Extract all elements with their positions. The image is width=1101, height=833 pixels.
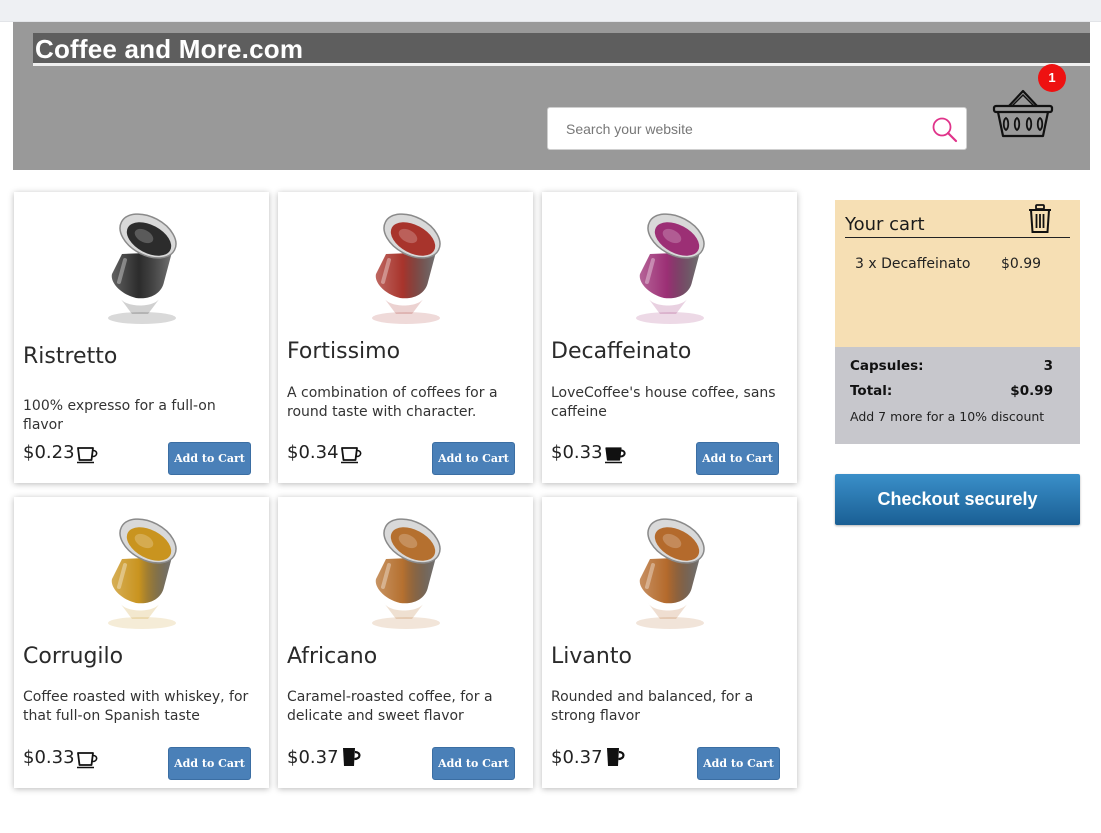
- add-to-cart-button[interactable]: Add to Cart: [696, 442, 779, 475]
- product-name: Livanto: [551, 644, 632, 669]
- product-card-ristretto: Ristretto 100% expresso for a full-on fl…: [14, 192, 269, 483]
- cup-outline-icon: [77, 447, 98, 464]
- title-bar: Coffee and More.com: [33, 33, 1090, 66]
- add-to-cart-button[interactable]: Add to Cart: [697, 747, 780, 780]
- capsules-value: 3: [1043, 358, 1053, 374]
- add-to-cart-button[interactable]: Add to Cart: [432, 442, 515, 475]
- search-box: [547, 107, 967, 150]
- cup-filled-icon: [605, 447, 626, 464]
- product-description: LoveCoffee's house coffee, sans caffeine: [551, 385, 776, 420]
- product-name: Ristretto: [23, 344, 118, 369]
- trash-icon[interactable]: [1027, 203, 1053, 235]
- capsule-image: [636, 518, 705, 629]
- total-value: $0.99: [1010, 383, 1053, 399]
- cart-items-area: Your cart 3 x Decaffeinato $0.99: [835, 200, 1080, 347]
- product-price: $0.34: [287, 442, 339, 463]
- checkout-button[interactable]: Checkout securely: [835, 474, 1080, 525]
- product-name: Corrugilo: [23, 644, 124, 669]
- capsules-label: Capsules:: [850, 358, 924, 374]
- mug-filled-icon: [607, 748, 625, 766]
- add-to-cart-button[interactable]: Add to Cart: [168, 747, 251, 780]
- product-description: Coffee roasted with whiskey, for that fu…: [23, 689, 249, 724]
- cart-title: Your cart: [845, 214, 925, 235]
- product-description: A combination of coffees for a round tas…: [287, 385, 498, 420]
- capsule-image: [108, 213, 177, 324]
- browser-top-strip: [0, 0, 1101, 22]
- product-price: $0.33: [551, 442, 603, 463]
- cart-count-badge: 1: [1038, 64, 1066, 92]
- cart-panel: Your cart 3 x Decaffeinato $0.99 Capsule…: [835, 200, 1080, 444]
- product-card-fortissimo: Fortissimo A combination of coffees for …: [278, 192, 533, 483]
- total-label: Total:: [850, 383, 893, 399]
- product-price: $0.23: [23, 442, 75, 463]
- site-title[interactable]: Coffee and More.com: [35, 34, 303, 65]
- cup-outline-icon: [341, 447, 362, 464]
- add-to-cart-button[interactable]: Add to Cart: [168, 442, 251, 475]
- product-description: Rounded and balanced, for a strong flavo…: [551, 689, 754, 724]
- product-name: Africano: [287, 644, 378, 669]
- total-row: Total: $0.99: [850, 383, 1065, 399]
- capsule-image: [108, 518, 177, 629]
- search-icon[interactable]: [931, 116, 959, 144]
- capsule-image: [372, 518, 441, 629]
- capsules-row: Capsules: 3: [850, 358, 1065, 374]
- product-card-africano: Africano Caramel-roasted coffee, for a d…: [278, 497, 533, 788]
- cart-summary: Capsules: 3 Total: $0.99 Add 7 more for …: [835, 347, 1080, 444]
- cart-item-name: 3 x Decaffeinato: [855, 256, 971, 272]
- capsule-image: [636, 213, 705, 324]
- mug-filled-icon: [343, 748, 361, 766]
- search-input[interactable]: [566, 118, 926, 140]
- product-price: $0.37: [551, 747, 603, 768]
- site-header: Coffee and More.com: [13, 22, 1090, 170]
- product-card-decaffeinato: Decaffeinato LoveCoffee's house coffee, …: [542, 192, 797, 483]
- product-card-livanto: Livanto Rounded and balanced, for a stro…: [542, 497, 797, 788]
- add-to-cart-button[interactable]: Add to Cart: [432, 747, 515, 780]
- product-description: 100% expresso for a full-on flavor: [23, 398, 216, 433]
- capsule-image: [372, 213, 441, 324]
- cart-title-divider: [845, 237, 1070, 238]
- product-name: Fortissimo: [287, 339, 401, 364]
- cup-outline-icon: [77, 752, 98, 769]
- product-price: $0.33: [23, 747, 75, 768]
- product-card-corrugilo: Corrugilo Coffee roasted with whiskey, f…: [14, 497, 269, 788]
- discount-note: Add 7 more for a 10% discount: [850, 409, 1045, 424]
- product-name: Decaffeinato: [551, 339, 692, 364]
- product-price: $0.37: [287, 747, 339, 768]
- product-description: Caramel-roasted coffee, for a delicate a…: [287, 689, 493, 724]
- cart-item-price: $0.99: [1001, 256, 1042, 272]
